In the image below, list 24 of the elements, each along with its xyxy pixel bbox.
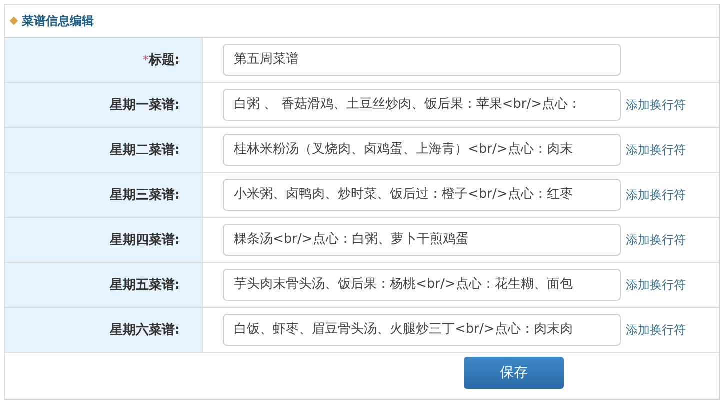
field-label: 星期六菜谱: [110, 322, 180, 339]
bullet-icon [10, 16, 18, 26]
input-field[interactable]: 第五周菜谱 [223, 44, 621, 76]
add-line-break-link[interactable]: 添加换行符 [626, 276, 686, 294]
field-label: 星期二菜谱: [110, 142, 180, 159]
add-line-break-link[interactable]: 添加换行符 [626, 322, 686, 338]
input-field[interactable]: 白饭、虾枣、眉豆骨头汤、火腿炒三丁<br/>点心：肉末肉 [223, 314, 621, 346]
save-button[interactable]: 保存 [464, 357, 564, 389]
input-field[interactable]: 桂林米粉汤（叉烧肉、卤鸡蛋、上海青）<br/>点心：肉末 [223, 134, 621, 166]
add-line-break-link[interactable]: 添加换行符 [626, 142, 686, 158]
add-line-break-link[interactable]: 添加换行符 [626, 232, 686, 248]
input-field[interactable]: 小米粥、卤鸭肉、炒时菜、饭后过：橙子<br/>点心：红枣 [223, 179, 621, 211]
input-field[interactable]: 粿条汤<br/>点心：白粥、萝卜干煎鸡蛋 [223, 224, 621, 256]
input-field[interactable]: 白粥 、 香菇滑鸡、土豆丝炒肉、饭后果：苹果<br/>点心： [223, 89, 621, 121]
input-field[interactable]: 芋头肉末骨头汤、饭后果：杨桃<br/>点心：花生糊、面包 [223, 269, 621, 301]
required-mark: * [142, 53, 149, 67]
panel-title: 菜谱信息编辑 [22, 12, 94, 30]
field-label: 星期一菜谱: [110, 96, 180, 114]
add-line-break-link[interactable]: 添加换行符 [626, 96, 686, 114]
field-label: 星期五菜谱: [110, 276, 180, 294]
field-label: 星期三菜谱: [110, 186, 180, 204]
add-line-break-link[interactable]: 添加换行符 [626, 186, 686, 204]
field-label: 星期四菜谱: [110, 232, 180, 249]
field-label: 标题: [148, 52, 180, 69]
